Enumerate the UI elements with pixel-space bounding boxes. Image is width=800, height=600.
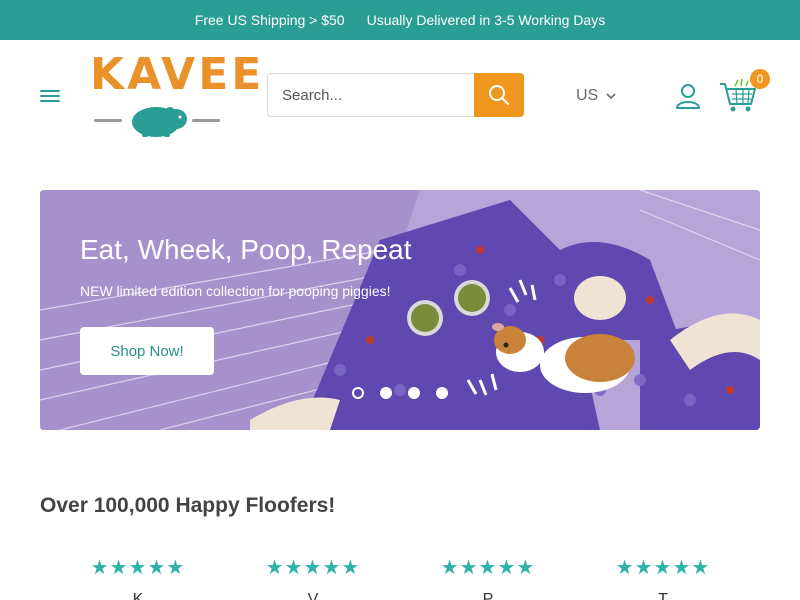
slider-pagination [352, 387, 448, 399]
hero-title: Eat, Wheek, Poop, Repeat [80, 234, 412, 265]
country-selector[interactable]: US [576, 86, 616, 106]
search-input[interactable] [267, 73, 477, 117]
free-shipping-text: Free US Shipping > $50 [194, 12, 345, 28]
logo-wordmark: KAVEE [90, 49, 265, 100]
site-header: KAVEE US [0, 40, 800, 150]
review-card: ★★★★★ P [428, 555, 548, 600]
cart-count-badge: 0 [750, 69, 770, 89]
star-rating-icon: ★★★★★ [265, 555, 361, 579]
reviewer-name: P [482, 591, 494, 600]
slide-dot-1[interactable] [352, 387, 364, 399]
chevron-down-icon [606, 92, 616, 99]
star-rating-icon: ★★★★★ [615, 555, 711, 579]
star-rating-icon: ★★★★★ [90, 555, 186, 579]
review-card: ★★★★★ V [253, 555, 373, 600]
guinea-pig-logo-icon [94, 107, 220, 137]
account-icon[interactable] [674, 82, 702, 110]
shop-now-button[interactable]: Shop Now! [80, 327, 214, 375]
country-label: US [576, 87, 599, 104]
slide-dot-2[interactable] [380, 387, 392, 399]
search-button[interactable] [474, 73, 524, 117]
reviews-heading: Over 100,000 Happy Floofers! [40, 494, 336, 517]
delivery-time-text: Usually Delivered in 3-5 Working Days [366, 12, 606, 28]
reviewer-name: T [658, 591, 668, 600]
search-bar [267, 73, 524, 117]
slide-dot-4[interactable] [436, 387, 448, 399]
hero-subtitle: NEW limited edition collection for poopi… [80, 283, 391, 299]
hero-banner[interactable]: Eat, Wheek, Poop, Repeat NEW limited edi… [40, 190, 760, 430]
reviewer-name: K [132, 591, 144, 600]
hamburger-menu-icon[interactable] [40, 88, 62, 104]
reviewer-name: V [307, 591, 319, 600]
slide-dot-3[interactable] [408, 387, 420, 399]
review-card: ★★★★★ T [603, 555, 723, 600]
announcement-bar: Free US Shipping > $50 Usually Delivered… [0, 0, 800, 40]
search-icon [489, 85, 509, 105]
kavee-logo[interactable]: KAVEE [90, 49, 265, 140]
star-rating-icon: ★★★★★ [440, 555, 536, 579]
review-card: ★★★★★ K [78, 555, 198, 600]
